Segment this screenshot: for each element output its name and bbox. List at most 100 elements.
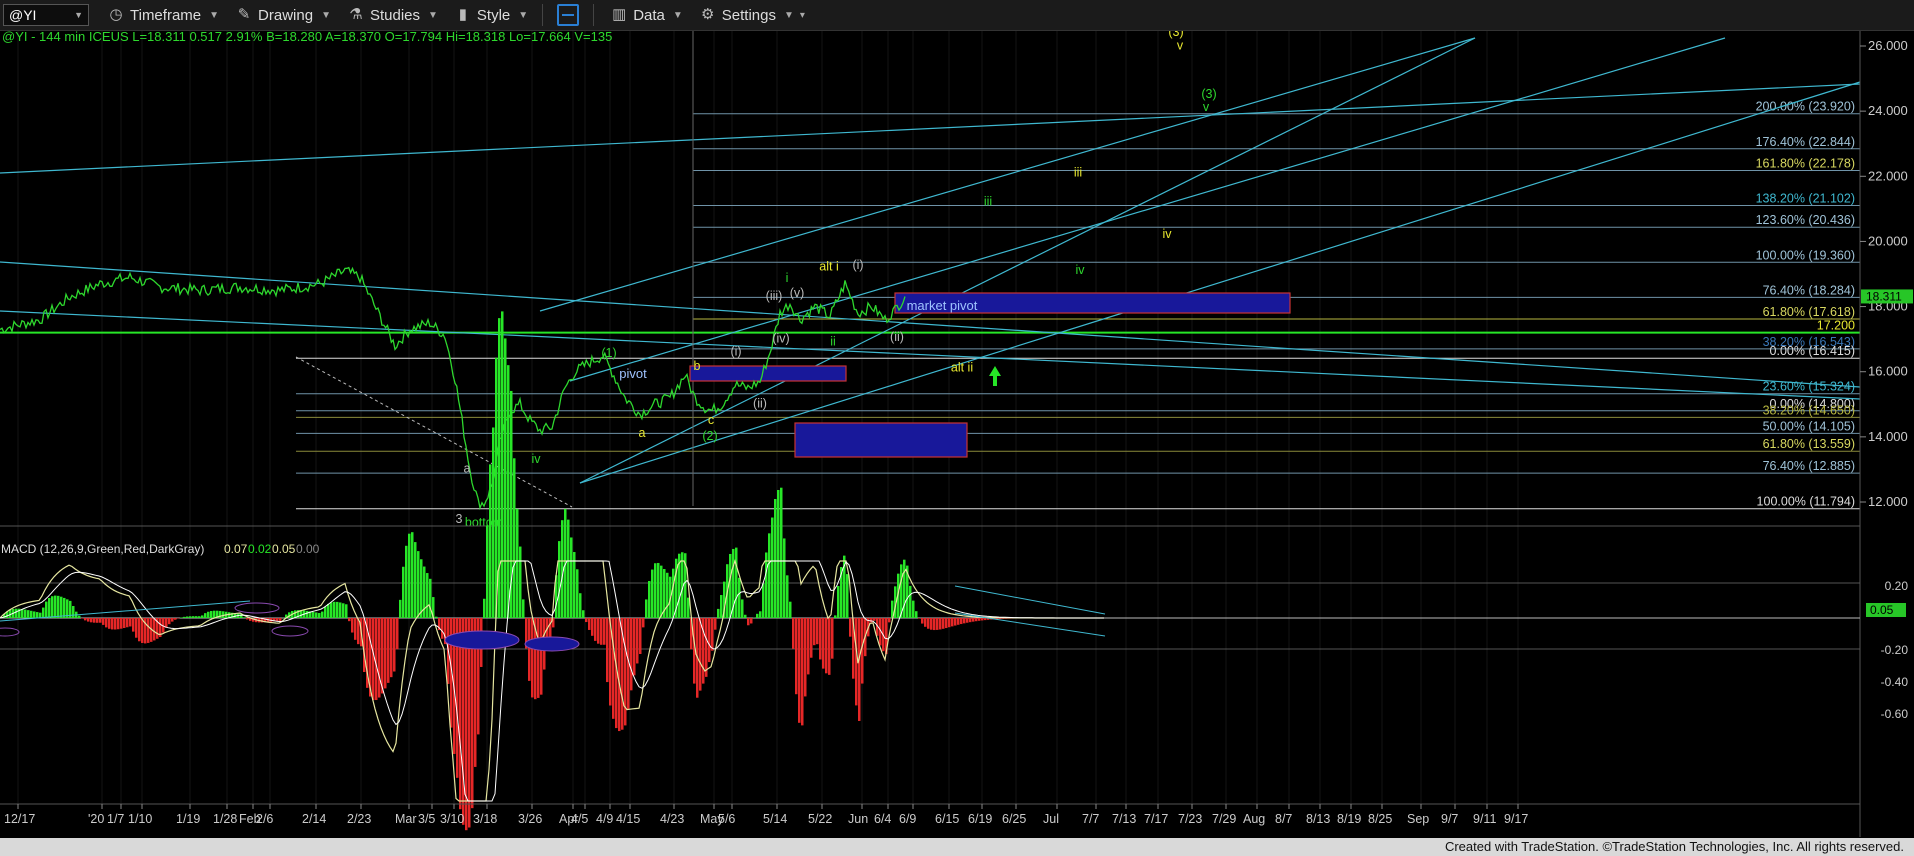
macd-bar: [642, 618, 645, 628]
date-tick-label: 8/13: [1306, 812, 1330, 826]
price-tick-label: 24.000: [1868, 103, 1908, 118]
macd-bar: [243, 617, 246, 618]
date-tick-label: 3/10: [440, 812, 464, 826]
macd-bar: [336, 601, 339, 618]
chevron-down-icon: ▼: [74, 10, 83, 20]
fib-label: 176.40% (22.844): [1756, 135, 1855, 149]
macd-bar: [204, 613, 207, 618]
data-menu[interactable]: ▥ Data ▼: [610, 6, 683, 24]
macd-bar: [174, 618, 177, 620]
wave-label: 3: [456, 512, 463, 526]
macd-bar: [87, 618, 90, 622]
macd-value: 0.02: [248, 542, 272, 556]
macd-bar: [195, 616, 198, 618]
macd-bar: [30, 610, 33, 618]
macd-bar: [171, 618, 174, 622]
macd-bar: [489, 464, 492, 618]
macd-bar: [834, 615, 837, 618]
macd-bar: [180, 617, 183, 618]
wave-label: (ii): [753, 397, 767, 411]
macd-bar: [108, 618, 111, 629]
fib-label: 200.00% (23.920): [1756, 100, 1855, 114]
macd-bar: [618, 618, 621, 732]
fib-label: 161.80% (22.178): [1756, 156, 1855, 170]
macd-bar: [558, 541, 561, 618]
settings-menu[interactable]: ⚙ Settings ▼ ▾: [699, 6, 805, 24]
macd-bar: [327, 603, 330, 618]
macd-bar: [93, 618, 96, 623]
date-tick-label: 1/10: [128, 812, 152, 826]
macd-bar: [849, 618, 852, 637]
macd-bar: [519, 546, 522, 618]
price-tick-label: 16.000: [1868, 364, 1908, 379]
macd-bar: [729, 553, 732, 618]
macd-bar: [516, 508, 519, 618]
macd-bar: [153, 618, 156, 641]
macd-bar: [381, 618, 384, 694]
macd-bar: [750, 618, 753, 624]
symbol-selector[interactable]: @YI ▼: [3, 4, 89, 26]
window-layout-icon[interactable]: [557, 4, 580, 26]
date-tick-label: 1/19: [176, 812, 200, 826]
drawing-menu[interactable]: ✎ Drawing ▼: [235, 6, 331, 24]
macd-bar: [855, 618, 858, 706]
fib-label: 17.200: [1817, 319, 1855, 333]
macd-bar: [945, 618, 948, 629]
wave-2-box: [794, 422, 968, 458]
macd-bar: [417, 551, 420, 618]
studies-menu[interactable]: ⚗ Studies ▼: [347, 6, 438, 24]
macd-bar: [735, 547, 738, 618]
price-chart[interactable]: 200.00% (23.920) 176.40% (22.844) 161.80% …: [0, 31, 1914, 837]
macd-bar: [201, 615, 204, 618]
macd-bar: [939, 618, 942, 630]
macd-bar: [888, 618, 891, 623]
macd-bar: [168, 618, 171, 625]
macd-bar: [576, 569, 579, 618]
wave-label: (ii): [890, 330, 904, 344]
style-menu[interactable]: ▮ Style ▼: [454, 6, 528, 24]
macd-bar: [315, 612, 318, 618]
macd-bar: [810, 618, 813, 658]
macd-bar: [21, 609, 24, 618]
bar-chart-icon: ▥: [612, 6, 627, 23]
wave-label: v: [1203, 100, 1210, 114]
data-label: Data: [633, 6, 665, 24]
chevron-down-icon: ▼: [518, 9, 529, 21]
timeframe-menu[interactable]: ◷ Timeframe ▼: [107, 6, 219, 24]
macd-bar: [768, 533, 771, 618]
wave-label: iv: [531, 452, 541, 466]
macd-tick-label: -0.60: [1881, 707, 1909, 721]
macd-bar: [141, 618, 144, 644]
toolbar: @YI ▼ ◷ Timeframe ▼ ✎ Drawing ▼ ⚗ Studie…: [0, 0, 1914, 31]
macd-value: 0.00: [296, 542, 320, 556]
wave-label: alt ii: [951, 361, 973, 375]
macd-bar: [531, 618, 534, 698]
macd-bar: [657, 562, 660, 618]
macd-bar: [99, 618, 102, 623]
macd-bar: [747, 618, 750, 626]
chevron-down-icon: ▼: [783, 9, 794, 21]
macd-bar: [744, 614, 747, 618]
date-tick-label: 4/9: [596, 812, 613, 826]
date-tick-label: Jun: [848, 812, 868, 826]
date-tick-label: 12/17: [4, 812, 35, 826]
macd-value: 0.07: [224, 542, 248, 556]
macd-bar: [813, 618, 816, 646]
macd-bar: [129, 618, 132, 627]
macd-bar: [372, 618, 375, 701]
macd-bar: [645, 599, 648, 618]
macd-bar: [831, 618, 834, 659]
macd-bar: [390, 618, 393, 678]
macd-bar: [756, 613, 759, 618]
macd-bar: [651, 569, 654, 618]
wave-label: a: [464, 462, 471, 476]
macd-bar: [399, 599, 402, 618]
macd-bar: [408, 533, 411, 618]
macd-bar: [801, 618, 804, 726]
wave-label: (i): [852, 258, 863, 272]
macd-bar: [414, 542, 417, 618]
drawing-label: Drawing: [258, 6, 314, 24]
macd-bar: [699, 618, 702, 691]
macd-tick-label: -0.20: [1881, 643, 1909, 657]
wave-label: alt i: [819, 260, 838, 274]
